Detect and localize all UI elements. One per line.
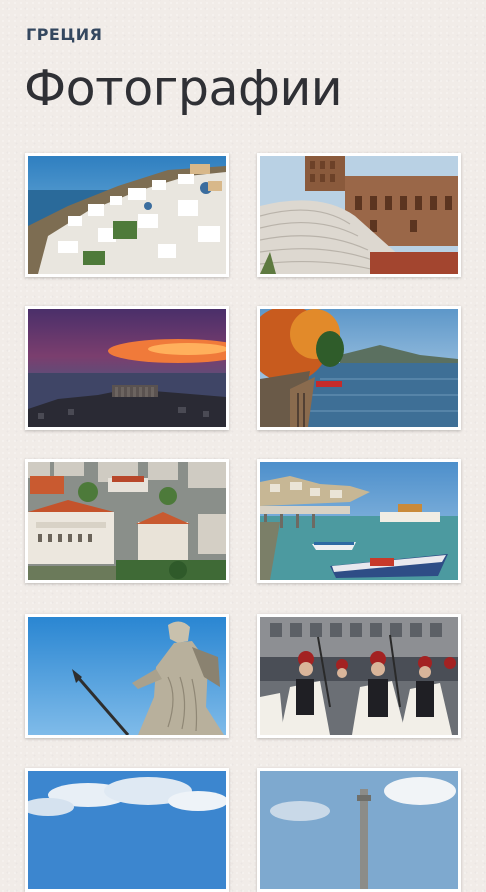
photo-tile-santorini[interactable] xyxy=(25,153,229,277)
ancient-theatre-photo xyxy=(260,156,458,274)
photo-tile-waterfront[interactable] xyxy=(257,306,461,430)
photo-tile-harbor[interactable] xyxy=(257,459,461,583)
photo-tile-tower[interactable] xyxy=(257,768,461,892)
acropolis-sunset-photo xyxy=(28,309,226,427)
santorini-village-photo xyxy=(28,156,226,274)
city-aerial-photo xyxy=(28,462,226,580)
clouds-sky-photo xyxy=(28,771,226,889)
athena-statue-photo xyxy=(28,617,226,735)
photo-tile-clouds[interactable] xyxy=(25,768,229,892)
tower-sky-photo xyxy=(260,771,458,889)
photo-tile-athena[interactable] xyxy=(25,614,229,738)
photo-tile-theatre[interactable] xyxy=(257,153,461,277)
evzones-parade-photo xyxy=(260,617,458,735)
photo-tile-evzones[interactable] xyxy=(257,614,461,738)
section-label: ГРЕЦИЯ xyxy=(26,25,103,44)
photo-tile-city[interactable] xyxy=(25,459,229,583)
page-title: Фотографии xyxy=(24,60,343,117)
autumn-waterfront-photo xyxy=(260,309,458,427)
harbor-boats-photo xyxy=(260,462,458,580)
photo-tile-acropolis[interactable] xyxy=(25,306,229,430)
